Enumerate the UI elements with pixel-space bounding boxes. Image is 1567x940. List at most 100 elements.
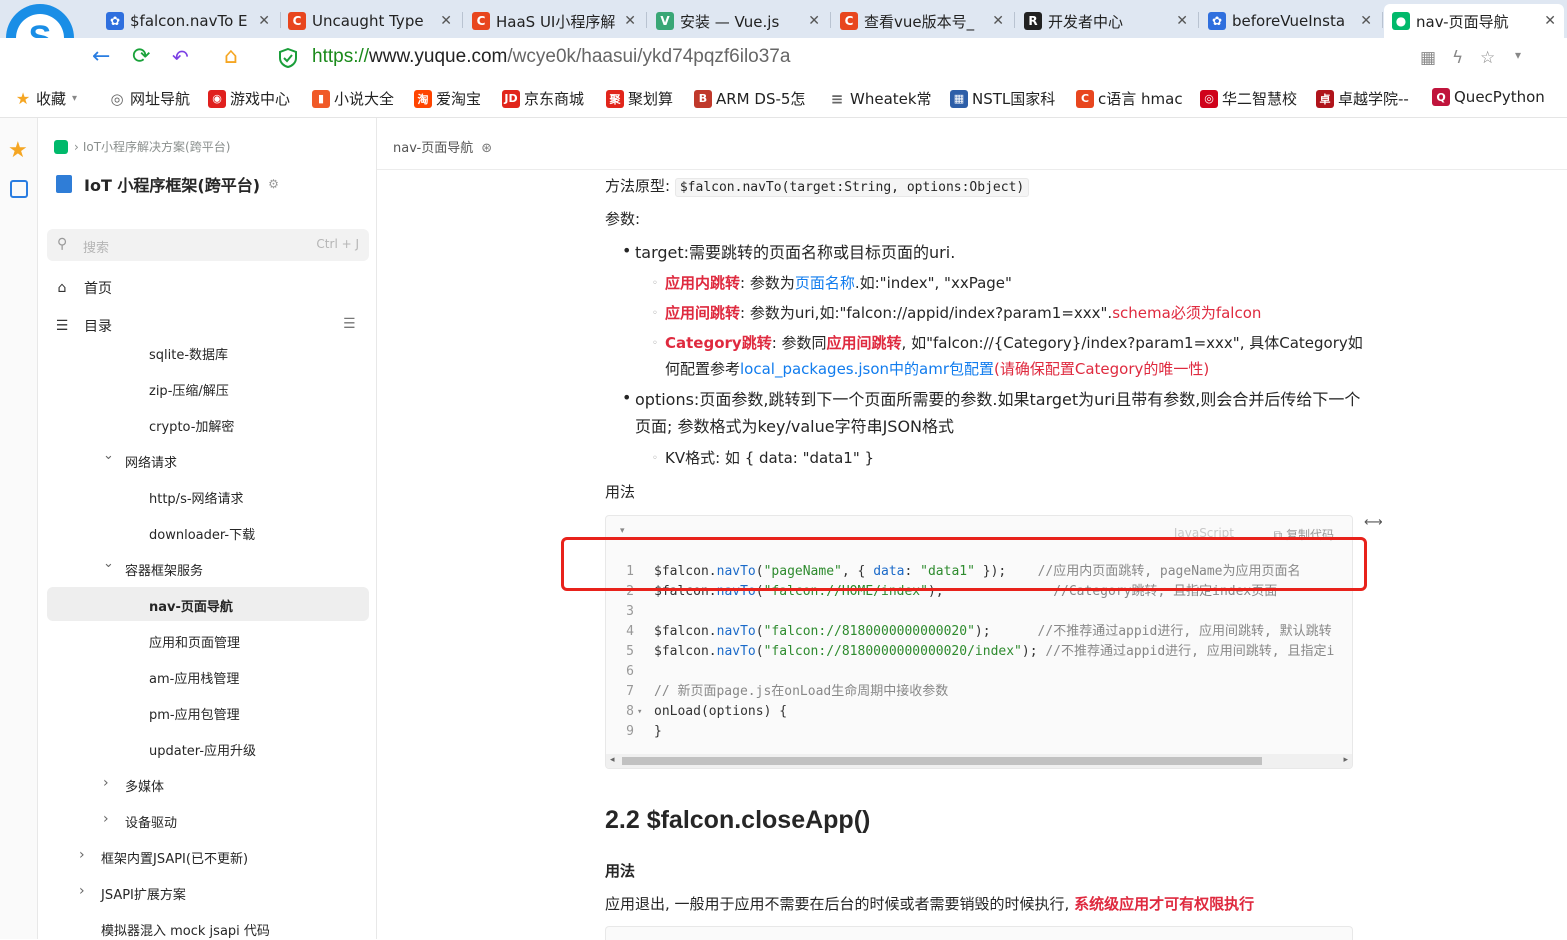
code-horizontal-scrollbar[interactable]: ◂ ▸	[606, 754, 1352, 768]
sidebar-tree-item[interactable]: › 多媒体	[103, 775, 165, 795]
star-icon[interactable]: ☆	[1480, 48, 1495, 68]
settings-icon[interactable]: ⚙	[268, 177, 279, 191]
tree-item-label: downloader-下载	[149, 528, 256, 543]
tab-close-icon[interactable]: ✕	[992, 13, 1004, 29]
url-field[interactable]: https://www.yuque.com/wcye0k/haasui/ykd7…	[312, 46, 790, 68]
sidebar-tree-item[interactable]: http/s-网络请求	[149, 488, 244, 507]
reload-icon[interactable]: ⟳	[132, 46, 150, 68]
tab-close-icon[interactable]: ✕	[1360, 13, 1372, 29]
chevron-right-icon[interactable]: ›	[103, 775, 109, 791]
chevron-right-icon[interactable]: ›	[103, 811, 109, 827]
collapse-icon[interactable]: ▾	[620, 526, 625, 536]
bookmark-item[interactable]: ◎ 网址导航	[108, 88, 190, 109]
tab-close-icon[interactable]: ✕	[258, 13, 270, 29]
bookmark-item[interactable]: ▦ NSTL国家科	[950, 88, 1055, 109]
browser-tab[interactable]: V 安装 — Vue.js ✕	[648, 4, 828, 38]
chevron-right-icon[interactable]: ›	[79, 847, 85, 863]
qr-code-icon[interactable]: ▦	[1420, 48, 1436, 68]
tab-close-icon[interactable]: ✕	[440, 13, 452, 29]
bookmark-item[interactable]: 淘爱淘宝	[414, 88, 481, 109]
bookmark-icon: 卓	[1316, 89, 1334, 108]
browser-tab[interactable]: R 开发者中心 ✕	[1016, 4, 1196, 38]
undo-icon[interactable]: ↶	[172, 46, 189, 68]
breadcrumb[interactable]: › IoT小程序解决方案(跨平台)	[54, 138, 230, 155]
scrollbar-thumb[interactable]	[622, 757, 1262, 765]
bookmark-item[interactable]: B ARM DS-5怎	[694, 88, 805, 109]
browser-tab[interactable]: ✿ $falcon.navTo E ✕	[98, 4, 278, 38]
book-title[interactable]: IoT 小程序框架(跨平台) ⚙	[56, 172, 279, 196]
target-line: target:需要跳转的页面名称或目标页面的uri.	[635, 243, 956, 262]
tab-close-icon[interactable]: ✕	[808, 13, 820, 29]
sidebar-tree-item[interactable]: downloader-下载	[149, 524, 255, 543]
bookmark-item[interactable]: ★ 收藏 ▾	[14, 88, 77, 109]
chevron-down-icon[interactable]: ⌄	[103, 556, 114, 571]
browser-tab[interactable]: ● nav-页面导航 ✕	[1384, 4, 1564, 38]
browser-tab[interactable]: C Uncaught Type ✕	[280, 4, 460, 38]
inapp-line: 应用内跳转: 参数为页面名称.如:"index", "xxPage"	[665, 274, 1012, 292]
bookmark-item[interactable]: 卓卓越学院--	[1316, 88, 1409, 109]
bookmark-icon: 聚	[606, 89, 624, 108]
sidebar-tree-item[interactable]: crypto-加解密	[149, 416, 234, 435]
nav-catalog[interactable]: ☰ 目录	[54, 316, 112, 336]
browser-tab[interactable]: C HaaS UI小程序解 ✕	[464, 4, 644, 38]
sidebar-tree-item[interactable]: nav-页面导航	[149, 596, 233, 615]
method-prototype: 方法原型: $falcon.navTo(target:String, optio…	[605, 173, 1030, 201]
sidebar-tree-item[interactable]: › 设备驱动	[103, 811, 177, 831]
line-number: 5	[626, 644, 634, 659]
tab-separator	[646, 12, 647, 28]
tree-item-label: 应用和页面管理	[149, 636, 241, 651]
sidebar-search[interactable]: ⚲ 搜索 Ctrl + J	[47, 229, 369, 261]
code-token: );	[974, 624, 1038, 639]
tab-close-icon[interactable]: ✕	[1544, 13, 1556, 29]
bookmark-item[interactable]: ▮ 小说大全	[312, 88, 394, 109]
nav-home[interactable]: ⌂ 首页	[54, 278, 112, 298]
bookmark-item[interactable]: ≡ Wheatek常	[828, 88, 932, 109]
sidebar-tree-item[interactable]: sqlite-数据库	[149, 344, 228, 363]
sidebar-tree-item[interactable]: pm-应用包管理	[149, 704, 240, 723]
tab-close-icon[interactable]: ✕	[624, 13, 636, 29]
catalog-collapse-icon[interactable]: ☰	[343, 316, 356, 332]
sidebar-tree-item[interactable]: › JSAPI扩展方案	[79, 883, 186, 903]
code-line: 7 // 新页面page.js在onLoad生命周期中接收参数	[606, 682, 1352, 702]
tab-title: Uncaught Type	[312, 12, 424, 30]
sidebar-tree-item[interactable]: 模拟器混入 mock jsapi 代码	[101, 920, 270, 939]
chevron-down-icon[interactable]: ▾	[72, 93, 77, 104]
chevron-right-icon[interactable]: ›	[79, 883, 85, 899]
sidebar-tree-item[interactable]: › 框架内置JSAPI(已不更新)	[79, 847, 248, 867]
sidebar-tree-item[interactable]: am-应用栈管理	[149, 668, 239, 687]
share-icon[interactable]: ⊛	[481, 141, 492, 156]
favorites-star-icon[interactable]: ★	[8, 138, 28, 163]
sidebar-tree-item[interactable]: 应用和页面管理	[149, 632, 240, 651]
scroll-left-icon[interactable]: ◂	[610, 755, 615, 765]
sidebar-tree-item[interactable]: updater-应用升级	[149, 740, 256, 759]
home-icon[interactable]: ⌂	[224, 46, 238, 68]
expand-code-icon[interactable]: ⟷	[1364, 515, 1383, 530]
lightning-icon[interactable]: ϟ	[1452, 48, 1463, 68]
chevron-down-icon[interactable]: ⌄	[103, 448, 114, 463]
page-name-link[interactable]: 页面名称	[795, 274, 855, 292]
amr-config-link[interactable]: local_packages.json中的amr包配置	[740, 360, 994, 378]
next-code-block	[605, 926, 1353, 940]
bookmark-item[interactable]: ◎ 华二智慧校	[1200, 88, 1297, 109]
code-text: // 新页面page.js在onLoad生命周期中接收参数	[654, 682, 948, 702]
bookmark-item[interactable]: ◉ 游戏中心	[208, 88, 290, 109]
scroll-right-icon[interactable]: ▸	[1343, 755, 1348, 765]
sidebar-tree-item[interactable]: ⌄ 网络请求	[103, 448, 177, 471]
bookmark-item[interactable]: JD 京东商城	[502, 88, 584, 109]
fold-icon[interactable]: ▾	[637, 702, 642, 722]
bookmark-item[interactable]: Q QuecPython	[1432, 88, 1545, 106]
bookmark-icon: ◉	[208, 89, 226, 108]
reader-icon[interactable]	[10, 180, 28, 198]
secure-shield-icon[interactable]	[278, 48, 298, 68]
tab-close-icon[interactable]: ✕	[1176, 13, 1188, 29]
sidebar-tree-item[interactable]: ⌄ 容器框架服务	[103, 556, 203, 579]
bookmark-icon: ★	[15, 89, 31, 108]
bookmark-item[interactable]: Cc语言 hmac	[1076, 88, 1183, 109]
chevron-down-icon[interactable]: ▾	[1515, 48, 1521, 62]
browser-tab[interactable]: C 查看vue版本号_ ✕	[832, 4, 1012, 38]
tree-item-label: 多媒体	[125, 780, 165, 795]
bookmark-item[interactable]: 聚聚划算	[606, 88, 673, 109]
sidebar-tree-item[interactable]: zip-压缩/解压	[149, 380, 229, 399]
back-icon[interactable]: ←	[92, 46, 110, 68]
browser-tab[interactable]: ✿ beforeVueInsta ✕	[1200, 4, 1380, 38]
